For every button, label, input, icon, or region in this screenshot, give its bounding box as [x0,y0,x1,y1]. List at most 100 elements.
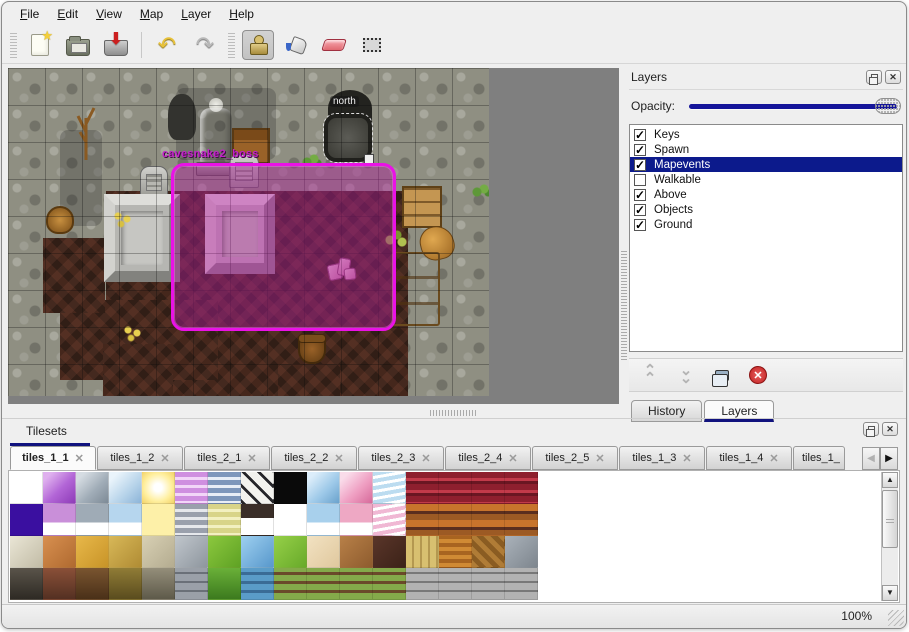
new-file-button[interactable] [24,30,56,60]
fill-tool-button[interactable] [280,30,312,60]
palette-tile[interactable] [142,472,175,504]
palette-tile[interactable] [505,472,538,504]
panel-float-button[interactable] [863,422,879,436]
palette-tile[interactable] [109,504,142,536]
palette-tile[interactable] [76,568,109,600]
palette-tile[interactable] [109,472,142,504]
tab-close-icon[interactable]: ✕ [75,452,84,465]
layer-visibility-checkbox[interactable] [634,219,646,231]
palette-tile[interactable] [472,568,505,600]
palette-tile[interactable] [175,536,208,568]
palette-tile[interactable] [307,568,340,600]
palette-tile[interactable] [109,568,142,600]
move-layer-down-button[interactable]: ⌄⌄ [675,364,697,386]
eraser-tool-button[interactable] [318,30,350,60]
cave-entrance-sprite[interactable] [324,114,372,162]
open-file-button[interactable] [62,30,94,60]
opacity-slider[interactable] [689,97,901,115]
window-resize-grip[interactable] [888,610,904,626]
palette-tile[interactable] [373,472,406,504]
palette-tile[interactable] [10,472,43,504]
palette-scrollbar[interactable]: ▲ ▼ [881,472,898,601]
palette-tile[interactable] [373,536,406,568]
layer-row[interactable]: Walkable [630,172,902,187]
palette-tile[interactable] [142,568,175,600]
panel-close-button[interactable]: ✕ [882,422,898,436]
palette-tile[interactable] [241,568,274,600]
scroll-tabs-left-button[interactable]: ◀ [862,447,880,470]
palette-tile[interactable] [274,472,307,504]
palette-tile[interactable] [406,536,439,568]
opacity-slider-track[interactable] [689,104,897,109]
tab-close-icon[interactable]: ✕ [247,452,256,465]
palette-tile[interactable] [241,504,274,536]
palette-tile[interactable] [142,536,175,568]
layer-visibility-checkbox[interactable] [634,174,646,186]
palette-tile[interactable] [439,472,472,504]
scroll-tabs-right-button[interactable]: ▶ [880,447,898,470]
tab-close-icon[interactable]: ✕ [682,452,691,465]
tileset-tab[interactable]: tiles_2_3 ✕ [358,446,444,470]
vertical-splitter-handle[interactable] [621,250,627,360]
palette-tile[interactable] [175,504,208,536]
palette-tile[interactable] [175,568,208,600]
scrollbar-down-button[interactable]: ▼ [882,585,898,601]
event-selection-region[interactable] [171,163,396,331]
toolbar-grip[interactable] [10,32,17,58]
opacity-slider-handle[interactable] [875,98,901,114]
palette-tile[interactable] [76,504,109,536]
move-layer-up-button[interactable]: ⌃⌃ [639,364,661,386]
menu-item[interactable]: Map [132,4,171,24]
palette-tile[interactable] [175,472,208,504]
palette-tile[interactable] [505,536,538,568]
menu-item[interactable]: Layer [173,4,219,24]
menu-item[interactable]: Help [221,4,262,24]
tileset-tab[interactable]: tiles_1_ ✕ [793,446,845,470]
layer-row[interactable]: Objects [630,202,902,217]
horizontal-splitter-handle[interactable] [430,410,478,416]
palette-tile[interactable] [208,536,241,568]
tab-close-icon[interactable]: ✕ [508,452,517,465]
palette-tile[interactable] [76,536,109,568]
palette-tile[interactable] [76,472,109,504]
tab-close-icon[interactable]: ✕ [595,452,604,465]
tab-close-icon[interactable]: ✕ [334,452,343,465]
palette-tile[interactable] [505,504,538,536]
palette-tile[interactable] [10,536,43,568]
menu-item[interactable]: Edit [49,4,86,24]
palette-tile[interactable] [307,504,340,536]
palette-tile[interactable] [472,536,505,568]
layer-visibility-checkbox[interactable] [634,129,646,141]
palette-tile[interactable] [109,536,142,568]
palette-tile[interactable] [373,504,406,536]
palette-tile[interactable] [274,568,307,600]
tileset-tab[interactable]: tiles_1_2 ✕ [97,446,183,470]
scrollbar-up-button[interactable]: ▲ [882,472,898,488]
palette-tile[interactable] [208,472,241,504]
layer-visibility-checkbox[interactable] [634,204,646,216]
layer-visibility-checkbox[interactable] [634,159,646,171]
palette-tile[interactable] [43,504,76,536]
palette-tile[interactable] [373,568,406,600]
palette-tile[interactable] [340,536,373,568]
tileset-tab[interactable]: tiles_1_4 ✕ [706,446,792,470]
palette-tile[interactable] [439,504,472,536]
palette-tile[interactable] [505,568,538,600]
palette-tile[interactable] [439,568,472,600]
save-button[interactable] [100,30,132,60]
tab-close-icon[interactable]: ✕ [769,452,778,465]
tab-close-icon[interactable]: ✕ [160,452,169,465]
palette-tile[interactable] [274,504,307,536]
tileset-tab[interactable]: tiles_2_1 ✕ [184,446,270,470]
palette-tile[interactable] [406,568,439,600]
palette-tile[interactable] [142,504,175,536]
tileset-tab[interactable]: tiles_2_5 ✕ [532,446,618,470]
map-canvas[interactable]: north cavesnake2_boss [8,68,489,396]
tileset-tab[interactable]: tiles_2_2 ✕ [271,446,357,470]
delete-layer-button[interactable]: ✕ [747,364,769,386]
redo-button[interactable]: ↷ [189,30,221,60]
palette-tile[interactable] [472,472,505,504]
palette-tile[interactable] [340,504,373,536]
palette-tile[interactable] [406,504,439,536]
layer-row[interactable]: Mapevents [630,157,902,172]
